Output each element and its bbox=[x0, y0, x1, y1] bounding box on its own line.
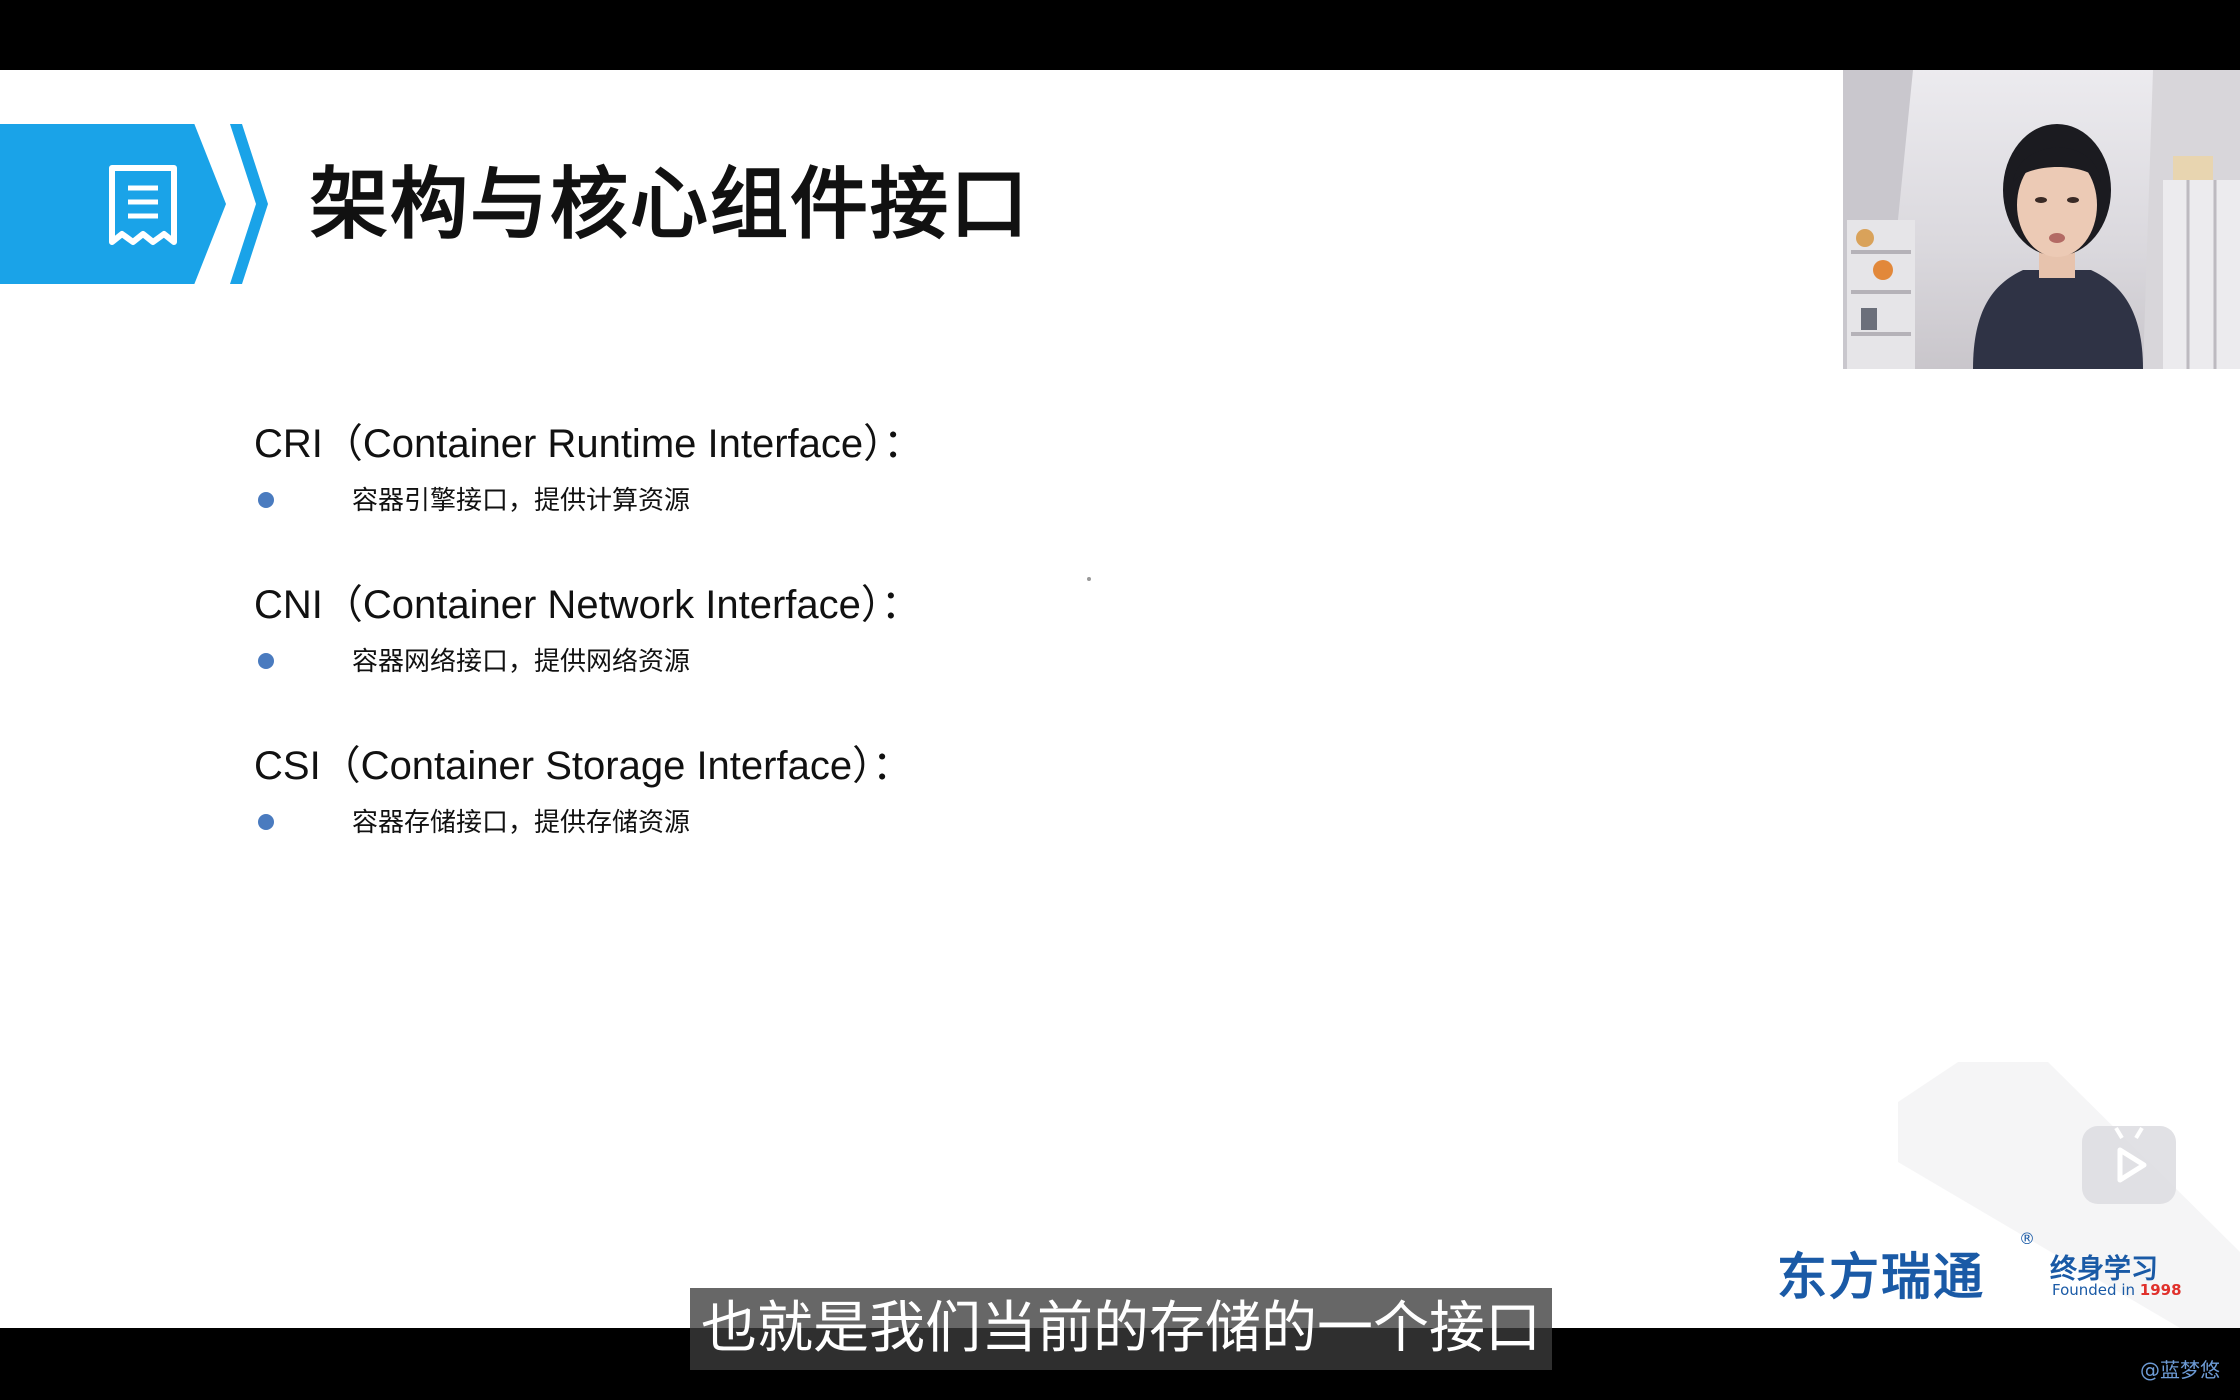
company-logo: 东方瑞通 ® 终身学习 Founded in 1998 bbox=[1775, 1229, 2182, 1307]
logo-founded-text: Founded in bbox=[2052, 1281, 2135, 1299]
list-item: 容器引擎接口，提供计算资源 bbox=[254, 478, 923, 518]
section-cri: CRI（Container Runtime Interface）： 容器引擎接口… bbox=[254, 418, 923, 518]
caption-text: 也就是我们当前的存储的一个接口 bbox=[701, 1296, 1541, 1361]
section-cni: CNI（Container Network Interface）： 容器网络接口… bbox=[254, 579, 921, 679]
list-item: 容器网络接口，提供网络资源 bbox=[254, 639, 921, 679]
list-item: 容器存储接口，提供存储资源 bbox=[254, 800, 912, 840]
play-icon bbox=[2114, 1126, 2147, 1183]
uploader-watermark: @蓝梦悠 bbox=[2140, 1358, 2220, 1382]
section-heading: CNI（Container Network Interface）： bbox=[254, 583, 921, 627]
bullet-text: 容器存储接口，提供存储资源 bbox=[352, 808, 691, 838]
bullet-icon bbox=[258, 492, 274, 508]
section-csi: CSI（Container Storage Interface）： 容器存储接口… bbox=[254, 740, 912, 840]
webcam-feed bbox=[1843, 70, 2240, 369]
bullet-icon bbox=[258, 814, 274, 830]
subtitle-caption: 也就是我们当前的存储的一个接口 bbox=[690, 1288, 1552, 1370]
bullet-text: 容器引擎接口，提供计算资源 bbox=[352, 486, 691, 516]
section-heading: CRI（Container Runtime Interface）： bbox=[254, 422, 924, 466]
logo-brand: 东方瑞通 bbox=[1777, 1248, 1985, 1306]
bullet-icon bbox=[258, 653, 274, 669]
banner-chevron bbox=[230, 124, 268, 284]
document-list-icon bbox=[109, 165, 177, 245]
bullet-text: 容器网络接口，提供网络资源 bbox=[352, 647, 691, 677]
section-heading: CSI（Container Storage Interface）： bbox=[254, 744, 913, 788]
webcam-scene bbox=[1843, 70, 2240, 369]
logo-year: 1998 bbox=[2139, 1281, 2182, 1299]
stray-dot bbox=[1087, 577, 1091, 581]
slide-title: 架构与核心组件接口 bbox=[310, 160, 1031, 250]
play-button[interactable] bbox=[2082, 1126, 2176, 1204]
logo-founded: Founded in 1998 bbox=[2052, 1281, 2182, 1299]
logo-registered-mark: ® bbox=[2019, 1229, 2035, 1248]
